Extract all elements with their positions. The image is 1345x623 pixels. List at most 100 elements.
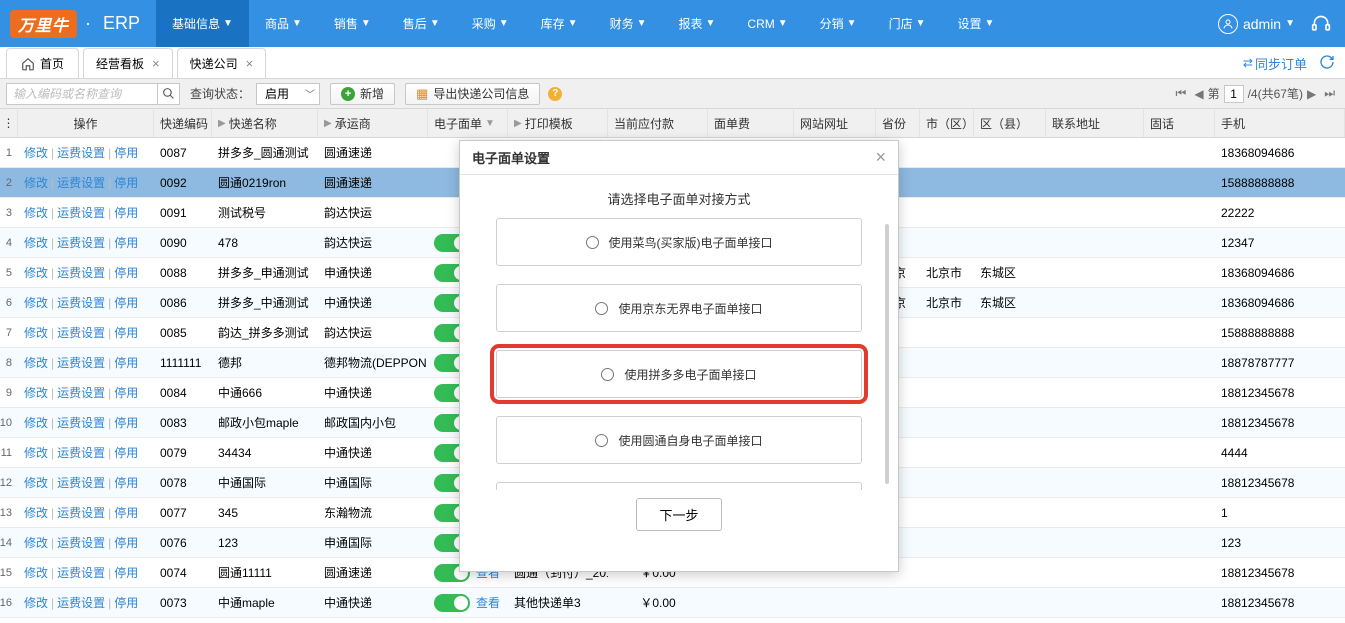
disable-link[interactable]: 停用 — [114, 474, 138, 491]
disable-link[interactable]: 停用 — [114, 414, 138, 431]
disable-link[interactable]: 停用 — [114, 294, 138, 311]
th-carrier[interactable]: ▶承运商 — [318, 109, 428, 137]
tab-home[interactable]: 首页 — [6, 48, 79, 78]
tab-express[interactable]: 快递公司 × — [177, 48, 267, 78]
ship-link[interactable]: 运费设置 — [57, 174, 105, 191]
nav-basic-info[interactable]: 基础信息▼ — [156, 0, 249, 47]
edit-link[interactable]: 修改 — [24, 234, 48, 251]
export-button[interactable]: ▦ 导出快递公司信息 — [405, 83, 540, 105]
nav-crm[interactable]: CRM▼ — [731, 0, 803, 47]
radio-input[interactable] — [595, 302, 608, 315]
ship-link[interactable]: 运费设置 — [57, 234, 105, 251]
th-grip[interactable]: ⋮ — [0, 109, 18, 137]
ship-link[interactable]: 运费设置 — [57, 204, 105, 221]
view-link[interactable]: 查看 — [476, 594, 500, 611]
disable-link[interactable]: 停用 — [114, 174, 138, 191]
ship-link[interactable]: 运费设置 — [57, 594, 105, 611]
nav-distrib[interactable]: 分销▼ — [804, 0, 873, 47]
edit-link[interactable]: 修改 — [24, 384, 48, 401]
ebill-switch[interactable] — [434, 594, 470, 612]
ship-link[interactable]: 运费设置 — [57, 474, 105, 491]
th-code[interactable]: 快递编码 — [154, 109, 212, 137]
nav-settings[interactable]: 设置▼ — [941, 0, 1010, 47]
opt-yto[interactable]: 使用圆通自身电子面单接口 — [496, 416, 862, 464]
next-button[interactable]: 下一步 — [636, 498, 721, 531]
pager-last[interactable]: ⏭ — [1324, 86, 1335, 101]
nav-purchase[interactable]: 采购▼ — [456, 0, 525, 47]
th-pay[interactable]: 当前应付款 — [608, 109, 708, 137]
ship-link[interactable]: 运费设置 — [57, 564, 105, 581]
search-button[interactable] — [157, 84, 179, 104]
user-icon[interactable] — [1218, 14, 1238, 34]
th-city[interactable]: 市（区） — [920, 109, 974, 137]
nav-inventory[interactable]: 库存▼ — [525, 0, 594, 47]
pager-next[interactable]: ▶ — [1307, 87, 1316, 101]
edit-link[interactable]: 修改 — [24, 354, 48, 371]
close-icon[interactable]: × — [875, 147, 886, 168]
th-fee[interactable]: 面单费 — [708, 109, 794, 137]
nav-report[interactable]: 报表▼ — [662, 0, 731, 47]
th-tel[interactable]: 固话 — [1144, 109, 1215, 137]
edit-link[interactable]: 修改 — [24, 444, 48, 461]
nav-finance[interactable]: 财务▼ — [594, 0, 663, 47]
ship-link[interactable]: 运费设置 — [57, 324, 105, 341]
disable-link[interactable]: 停用 — [114, 384, 138, 401]
scrollbar[interactable] — [885, 224, 889, 484]
disable-link[interactable]: 停用 — [114, 564, 138, 581]
tab-dashboard[interactable]: 经营看板 × — [83, 48, 173, 78]
th-prov[interactable]: 省份 — [876, 109, 920, 137]
disable-link[interactable]: 停用 — [114, 504, 138, 521]
ship-link[interactable]: 运费设置 — [57, 294, 105, 311]
user-name[interactable]: admin — [1243, 16, 1281, 32]
disable-link[interactable]: 停用 — [114, 594, 138, 611]
disable-link[interactable]: 停用 — [114, 444, 138, 461]
edit-link[interactable]: 修改 — [24, 294, 48, 311]
close-icon[interactable]: × — [246, 56, 254, 71]
disable-link[interactable]: 停用 — [114, 354, 138, 371]
radio-input[interactable] — [601, 368, 614, 381]
radio-input[interactable] — [595, 434, 608, 447]
th-tpl[interactable]: ▶打印模板 — [508, 109, 608, 137]
edit-link[interactable]: 修改 — [24, 204, 48, 221]
edit-link[interactable]: 修改 — [24, 534, 48, 551]
th-addr[interactable]: 联系地址 — [1046, 109, 1144, 137]
nav-goods[interactable]: 商品▼ — [249, 0, 318, 47]
disable-link[interactable]: 停用 — [114, 324, 138, 341]
ship-link[interactable]: 运费设置 — [57, 144, 105, 161]
support-icon[interactable] — [1311, 14, 1331, 34]
new-button[interactable]: + 新增 — [330, 83, 395, 105]
opt-more[interactable] — [496, 482, 862, 490]
edit-link[interactable]: 修改 — [24, 504, 48, 521]
disable-link[interactable]: 停用 — [114, 534, 138, 551]
ship-link[interactable]: 运费设置 — [57, 444, 105, 461]
edit-link[interactable]: 修改 — [24, 144, 48, 161]
nav-store[interactable]: 门店▼ — [873, 0, 942, 47]
table-row[interactable]: 16修改|运费设置|停用0073中通maple中通快递查看其他快递单3￥0.00… — [0, 588, 1345, 618]
th-name[interactable]: ▶快递名称 — [212, 109, 318, 137]
nav-sales[interactable]: 销售▼ — [318, 0, 387, 47]
disable-link[interactable]: 停用 — [114, 234, 138, 251]
disable-link[interactable]: 停用 — [114, 204, 138, 221]
pager-page-input[interactable] — [1224, 85, 1244, 103]
edit-link[interactable]: 修改 — [24, 174, 48, 191]
pager-prev[interactable]: ◀ — [1194, 87, 1203, 101]
th-ebill[interactable]: 电子面单▼ — [428, 109, 508, 137]
edit-link[interactable]: 修改 — [24, 414, 48, 431]
status-select[interactable]: 启用 ﹀ — [256, 83, 320, 105]
disable-link[interactable]: 停用 — [114, 144, 138, 161]
help-icon[interactable]: ? — [548, 87, 562, 101]
edit-link[interactable]: 修改 — [24, 324, 48, 341]
opt-jd[interactable]: 使用京东无界电子面单接口 — [496, 284, 862, 332]
edit-link[interactable]: 修改 — [24, 594, 48, 611]
ship-link[interactable]: 运费设置 — [57, 384, 105, 401]
radio-input[interactable] — [586, 236, 599, 249]
th-mobile[interactable]: 手机 — [1215, 109, 1345, 137]
opt-pdd[interactable]: 使用拼多多电子面单接口 — [496, 350, 862, 398]
th-dist[interactable]: 区（县） — [974, 109, 1046, 137]
edit-link[interactable]: 修改 — [24, 564, 48, 581]
sync-orders-link[interactable]: 同步订单 — [1255, 54, 1307, 73]
search-input[interactable] — [7, 84, 157, 104]
ship-link[interactable]: 运费设置 — [57, 504, 105, 521]
opt-cainiao[interactable]: 使用菜鸟(买家版)电子面单接口 — [496, 218, 862, 266]
close-icon[interactable]: × — [152, 56, 160, 71]
